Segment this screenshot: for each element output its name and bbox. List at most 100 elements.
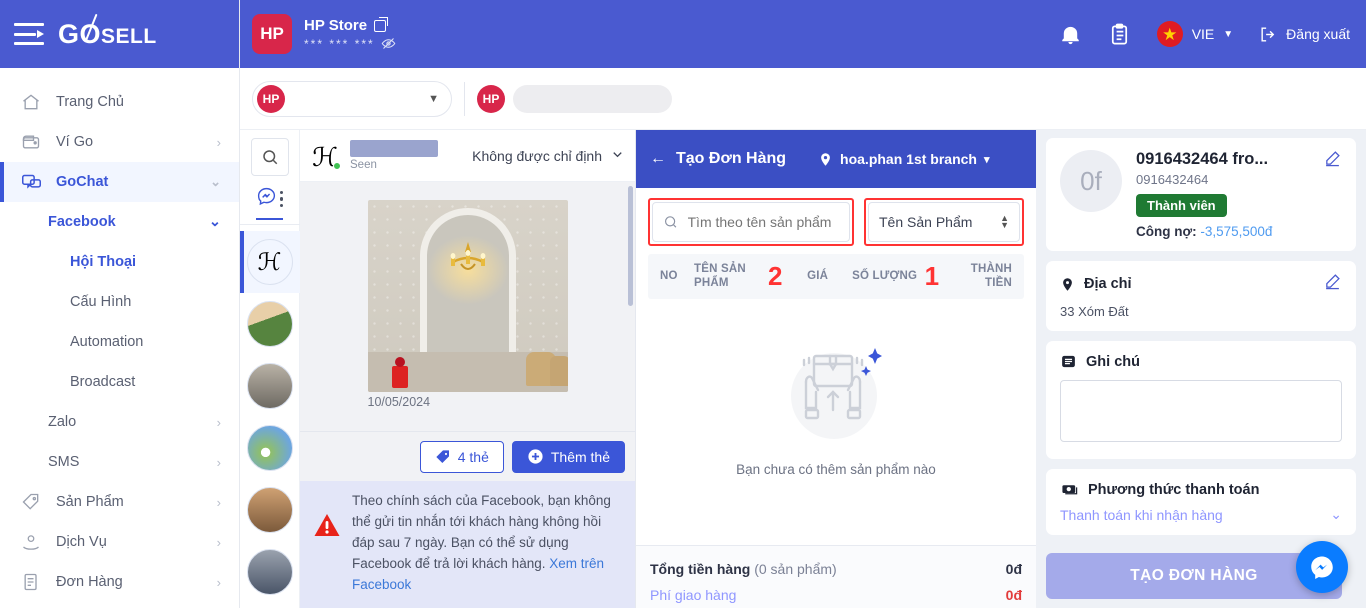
chevron-down-icon: ▼ bbox=[1223, 28, 1234, 40]
branch-label: hoa.phan 1st branch bbox=[840, 151, 977, 167]
filter-bar: HP ▼ HP bbox=[240, 68, 1366, 130]
more-vertical-icon[interactable] bbox=[279, 190, 284, 208]
chair-shape bbox=[549, 356, 568, 386]
workspace: ℋ ℋ Seen Không được chỉ định 10/05/2024 … bbox=[240, 130, 1366, 608]
sidebar-item-don-hang[interactable]: Đơn Hàng › bbox=[0, 562, 239, 602]
chevron-right-icon: › bbox=[216, 574, 221, 590]
list-item[interactable] bbox=[240, 355, 300, 417]
sidebar-item-broadcast[interactable]: Broadcast bbox=[0, 362, 239, 402]
note-textarea[interactable] bbox=[1060, 380, 1342, 442]
page-select[interactable]: HP ▼ bbox=[252, 80, 452, 117]
hamburger-icon[interactable] bbox=[14, 23, 44, 45]
sidebar-item-sms[interactable]: SMS › bbox=[0, 442, 239, 482]
rose-shape bbox=[391, 357, 408, 388]
assignee-label: Không được chỉ định bbox=[472, 147, 602, 164]
pencil-icon[interactable] bbox=[1324, 273, 1342, 295]
address-title: Địa chỉ bbox=[1084, 276, 1132, 292]
avatar: ℋ bbox=[310, 141, 341, 171]
pencil-icon[interactable] bbox=[1324, 150, 1342, 172]
product-table-header: NO TÊN SẢN PHẨM 2 GIÁ SỐ LƯỢNG 1 THÀNH T… bbox=[648, 254, 1024, 299]
sidebar-sub-label: Cấu Hình bbox=[70, 294, 132, 310]
branch-select[interactable]: hoa.phan 1st branch ▾ bbox=[818, 151, 990, 168]
gosell-logo: GOSELL bbox=[58, 18, 157, 49]
sidebar-item-facebook[interactable]: Facebook ⌄ bbox=[0, 202, 239, 242]
empty-box-hands-icon bbox=[791, 347, 882, 439]
sidebar-item-label: Sản Phẩm bbox=[56, 494, 124, 510]
messenger-icon[interactable] bbox=[1296, 541, 1348, 593]
page-title: Tạo Đơn Hàng bbox=[676, 150, 787, 167]
sidebar-sub-label: Hội Thoại bbox=[70, 254, 137, 270]
list-item[interactable]: ℋ bbox=[240, 231, 300, 293]
service-icon bbox=[20, 531, 42, 553]
product-sort-select[interactable]: Tên Sản Phẩm ▲ ▼ bbox=[868, 202, 1020, 242]
customer-card: 0f 0916432464 fro... 0916432464 Thành vi… bbox=[1046, 138, 1356, 251]
sidebar-item-gochat[interactable]: GoChat ⌄ bbox=[0, 162, 239, 202]
sidebar-sub-label: Broadcast bbox=[70, 374, 136, 390]
sidebar-item-dich-vu[interactable]: Dịch Vụ › bbox=[0, 522, 239, 562]
payment-header: Phương thức thanh toán bbox=[1060, 481, 1342, 498]
store-name: HP Store bbox=[304, 17, 368, 34]
store-switcher[interactable]: HP HP Store *** *** *** bbox=[252, 14, 396, 54]
search-input[interactable] bbox=[513, 84, 672, 113]
store-avatar-icon: HP bbox=[477, 84, 505, 113]
conversation-search[interactable]: HP bbox=[477, 81, 672, 117]
message-image-bubble[interactable]: 10/05/2024 bbox=[367, 200, 568, 431]
chevron-down-icon: ⌄ bbox=[1330, 506, 1342, 522]
scrollbar[interactable] bbox=[628, 186, 633, 306]
store-name-row: HP Store bbox=[304, 16, 396, 34]
conversation-list: ℋ bbox=[240, 225, 300, 608]
chevron-right-icon: › bbox=[216, 414, 221, 430]
list-item[interactable] bbox=[240, 541, 300, 603]
arrow-left-icon: ← bbox=[650, 150, 666, 167]
sidebar-item-hoi-thoai[interactable]: Hội Thoại bbox=[0, 242, 239, 282]
messenger-inbox-icon[interactable] bbox=[256, 186, 277, 212]
topbar-actions: ★ VIE ▼ Đăng xuất bbox=[1059, 21, 1350, 47]
list-item[interactable] bbox=[240, 417, 300, 479]
empty-state-text: Bạn chưa có thêm sản phẩm nào bbox=[736, 461, 936, 477]
chevron-right-icon: › bbox=[216, 534, 221, 550]
sidebar-item-trang-chu[interactable]: Trang Chủ bbox=[0, 82, 239, 122]
status-badge: Thành viên bbox=[1136, 194, 1227, 217]
avatar bbox=[246, 425, 293, 471]
clipboard-icon[interactable] bbox=[1108, 23, 1131, 46]
external-link-icon[interactable] bbox=[374, 16, 389, 32]
warning-triangle-icon bbox=[314, 513, 340, 542]
chevron-right-icon: › bbox=[216, 134, 221, 150]
product-search-row: Tên Sản Phẩm ▲▼ bbox=[636, 188, 1036, 254]
search-icon[interactable] bbox=[250, 138, 289, 176]
note-header: Ghi chú bbox=[1060, 353, 1342, 370]
customer-name: 0916432464 fro... bbox=[1136, 150, 1269, 168]
sidebar-item-automation[interactable]: Automation bbox=[0, 322, 239, 362]
sidebar-item-san-pham[interactable]: Sản Phẩm › bbox=[0, 482, 239, 522]
address-value: 33 Xóm Đất bbox=[1060, 304, 1129, 319]
payment-method-select[interactable]: Thanh toán khi nhận hàng ⌄ bbox=[1060, 506, 1342, 523]
chevron-right-icon: › bbox=[216, 494, 221, 510]
chevron-right-icon: › bbox=[216, 454, 221, 470]
eye-off-icon[interactable] bbox=[381, 36, 396, 51]
add-tag-button[interactable]: Thêm thẻ bbox=[511, 440, 625, 473]
tags-count-button[interactable]: 4 thẻ bbox=[419, 440, 504, 473]
chevron-down-icon: ⌄ bbox=[210, 174, 221, 189]
list-item[interactable] bbox=[240, 293, 300, 355]
bell-icon[interactable] bbox=[1059, 23, 1082, 46]
customer-details: 0916432464 fro... 0916432464 Thành viên … bbox=[1136, 150, 1310, 239]
product-search-field[interactable] bbox=[652, 202, 850, 242]
back-button[interactable]: ← Tạo Đơn Hàng bbox=[650, 150, 786, 168]
list-item[interactable] bbox=[240, 479, 300, 541]
annotation-marker-1: 1 bbox=[924, 261, 940, 292]
logout-button[interactable]: Đăng xuất bbox=[1259, 25, 1350, 44]
create-order-panel: ← Tạo Đơn Hàng hoa.phan 1st branch ▾ Tìm… bbox=[636, 130, 1036, 608]
sidebar-item-label: Zalo bbox=[48, 414, 77, 430]
sidebar-item-label: SMS bbox=[48, 454, 80, 470]
sidebar-item-cau-hinh[interactable]: Cấu Hình bbox=[0, 282, 239, 322]
warning-text: Theo chính sách của Facebook, bạn không … bbox=[352, 491, 621, 596]
sidebar-item-vi-go[interactable]: Ví Go › bbox=[0, 122, 239, 162]
sidebar-item-zalo[interactable]: Zalo › bbox=[0, 402, 239, 442]
column-header-price: GIÁ bbox=[807, 270, 829, 283]
sidebar: GOSELL Trang Chủ Ví Go › GoChat ⌄ Facebo… bbox=[0, 0, 240, 608]
total-value: 0đ bbox=[1005, 587, 1022, 603]
message-date: 10/05/2024 bbox=[367, 395, 431, 409]
product-search-input[interactable] bbox=[687, 214, 839, 230]
language-selector[interactable]: ★ VIE ▼ bbox=[1156, 21, 1234, 47]
assignee-select[interactable]: Không được chỉ định bbox=[456, 147, 625, 165]
